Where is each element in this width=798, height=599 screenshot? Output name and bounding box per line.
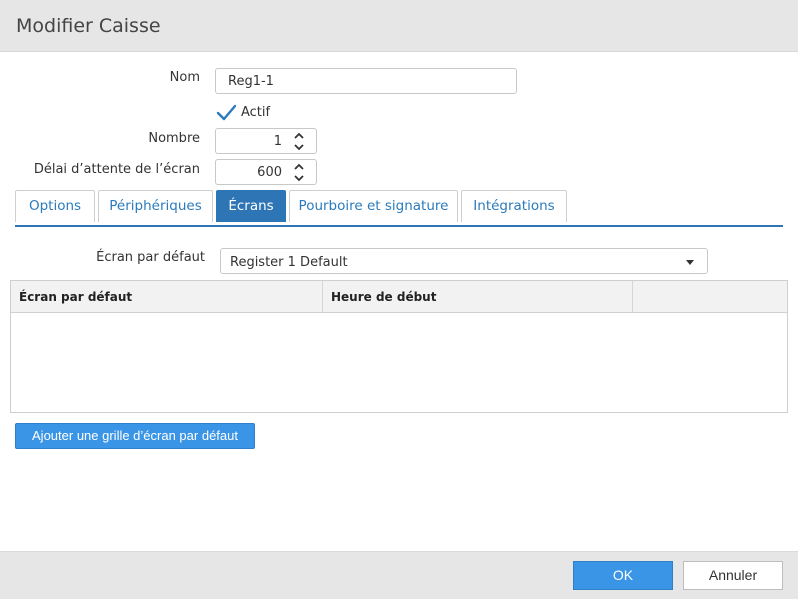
column-header-default-screen[interactable]: Écran par défaut [11, 281, 323, 312]
tab-pourboire-signature[interactable]: Pourboire et signature [289, 190, 458, 222]
ok-button[interactable]: OK [573, 561, 673, 590]
name-label: Nom [169, 70, 200, 85]
spin-up-icon[interactable] [294, 132, 304, 140]
dialog-title-bar: Modifier Caisse [0, 0, 798, 52]
tab-peripheriques[interactable]: Périphériques [98, 190, 213, 222]
dialog-title: Modifier Caisse [16, 15, 161, 37]
spin-up-icon[interactable] [294, 163, 304, 171]
spin-down-icon[interactable] [294, 174, 304, 182]
column-header-start-time[interactable]: Heure de début [323, 281, 633, 312]
dialog-footer: OK Annuler [0, 551, 798, 599]
grid-header: Écran par défaut Heure de début [11, 281, 787, 313]
timeout-value[interactable]: 600 [257, 165, 282, 180]
default-screen-value[interactable]: Register 1 Default [230, 255, 348, 270]
column-header-actions [633, 281, 787, 312]
add-default-screen-grid-button[interactable]: Ajouter une grille d’écran par défaut [15, 423, 255, 449]
timeout-spinner[interactable]: 600 [215, 159, 317, 185]
default-screen-label: Écran par défaut [96, 250, 205, 265]
tab-integrations[interactable]: Intégrations [461, 190, 567, 222]
chevron-down-icon[interactable] [686, 260, 694, 265]
timeout-label: Délai d’attente de l’écran [33, 162, 200, 177]
number-spinner[interactable]: 1 [215, 128, 317, 154]
checkmark-icon[interactable] [215, 102, 237, 124]
tab-underline [15, 225, 783, 227]
number-value[interactable]: 1 [274, 134, 282, 149]
active-label: Actif [241, 105, 271, 120]
spin-down-icon[interactable] [294, 143, 304, 151]
cancel-button[interactable]: Annuler [683, 561, 783, 590]
screens-grid: Écran par défaut Heure de début [10, 280, 788, 413]
tab-options[interactable]: Options [15, 190, 95, 222]
number-label: Nombre [148, 131, 200, 146]
name-input[interactable]: Reg1-1 [215, 68, 517, 94]
default-screen-select[interactable]: Register 1 Default [220, 248, 708, 274]
tab-ecrans[interactable]: Écrans [216, 190, 286, 222]
